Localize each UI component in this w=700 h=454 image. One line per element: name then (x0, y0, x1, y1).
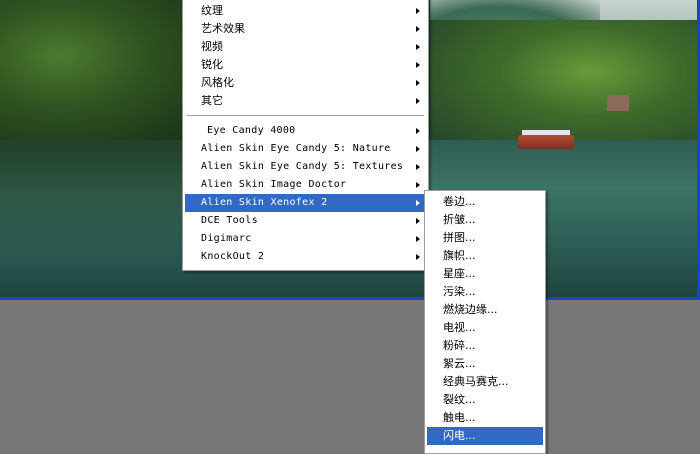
submenu-arrow-icon (416, 44, 420, 50)
submenu-arrow-icon (416, 128, 420, 134)
submenu-item-lightning[interactable]: 闪电... (427, 427, 543, 445)
menu-item-texture[interactable]: 纹理 (185, 2, 426, 20)
submenu-item-label: 星座... (443, 267, 476, 280)
submenu-item-label: 裂纹... (443, 393, 476, 406)
submenu-item-label: 粉碎... (443, 339, 476, 352)
submenu-item-clouds[interactable]: 絮云... (427, 355, 543, 373)
submenu-arrow-icon (416, 146, 420, 152)
submenu-item-label: 经典马赛克... (443, 375, 509, 388)
filter-menu: 纹理 艺术效果 视频 锐化 风格化 其它 Eye Candy 4000 Alie… (182, 0, 429, 271)
menu-item-label: Alien Skin Xenofex 2 (201, 197, 328, 208)
submenu-item-television[interactable]: 电视... (427, 319, 543, 337)
submenu-item-flag[interactable]: 旗帜... (427, 247, 543, 265)
photo-left-hill (0, 0, 200, 140)
menu-item-label: Alien Skin Image Doctor (201, 179, 347, 190)
submenu-arrow-icon (416, 62, 420, 68)
submenu-arrow-icon (416, 254, 420, 260)
menu-item-label: 其它 (201, 94, 223, 107)
submenu-item-cracks[interactable]: 裂纹... (427, 391, 543, 409)
submenu-item-shatter[interactable]: 粉碎... (427, 337, 543, 355)
menu-item-eye-candy-textures[interactable]: Alien Skin Eye Candy 5: Textures (185, 158, 426, 176)
submenu-item-label: 燃烧边缘... (443, 303, 498, 316)
submenu-item-label: 闪电... (443, 429, 476, 442)
photo-boat (518, 135, 574, 149)
menu-item-dce-tools[interactable]: DCE Tools (185, 212, 426, 230)
submenu-item-label: 电视... (443, 321, 476, 334)
submenu-item-label: 卷边... (443, 195, 476, 208)
submenu-item-electrify[interactable]: 触电... (427, 409, 543, 427)
submenu-item-stain[interactable]: 污染... (427, 283, 543, 301)
submenu-arrow-icon (416, 164, 420, 170)
menu-item-video[interactable]: 视频 (185, 38, 426, 56)
submenu-arrow-icon (416, 98, 420, 104)
submenu-arrow-icon (416, 218, 420, 224)
submenu-item-label: 触电... (443, 411, 476, 424)
submenu-arrow-icon (416, 26, 420, 32)
menu-item-label: 艺术效果 (201, 22, 245, 35)
menu-separator (187, 115, 424, 117)
menu-item-label: Alien Skin Eye Candy 5: Textures (201, 161, 404, 172)
menu-item-label: Eye Candy 4000 (207, 125, 296, 136)
xenofex-submenu: 卷边... 折皱... 拼图... 旗帜... 星座... 污染... 燃烧边缘… (424, 190, 546, 454)
submenu-item-label: 折皱... (443, 213, 476, 226)
menu-item-label: Digimarc (201, 233, 252, 244)
menu-item-label: DCE Tools (201, 215, 258, 226)
menu-item-xenofex-2[interactable]: Alien Skin Xenofex 2 (185, 194, 426, 212)
menu-item-image-doctor[interactable]: Alien Skin Image Doctor (185, 176, 426, 194)
menu-item-label: 风格化 (201, 76, 234, 89)
submenu-item-label: 拼图... (443, 231, 476, 244)
menu-item-label: KnockOut 2 (201, 251, 265, 262)
menu-item-label: 视频 (201, 40, 223, 53)
menu-item-other[interactable]: 其它 (185, 92, 426, 110)
menu-item-label: 锐化 (201, 58, 223, 71)
menu-item-stylize[interactable]: 风格化 (185, 74, 426, 92)
menu-item-eye-candy-nature[interactable]: Alien Skin Eye Candy 5: Nature (185, 140, 426, 158)
submenu-arrow-icon (416, 8, 420, 14)
photo-reflection (0, 140, 200, 260)
submenu-item-label: 絮云... (443, 357, 476, 370)
submenu-arrow-icon (416, 182, 420, 188)
photo-house (607, 95, 629, 111)
menu-item-eye-candy-4000[interactable]: Eye Candy 4000 (185, 122, 426, 140)
submenu-item-crumple[interactable]: 折皱... (427, 211, 543, 229)
submenu-item-constellation[interactable]: 星座... (427, 265, 543, 283)
submenu-item-curl[interactable]: 卷边... (427, 193, 543, 211)
menu-item-digimarc[interactable]: Digimarc (185, 230, 426, 248)
submenu-item-classic-mosaic[interactable]: 经典马赛克... (427, 373, 543, 391)
menu-item-label: Alien Skin Eye Candy 5: Nature (201, 143, 391, 154)
submenu-arrow-icon (416, 80, 420, 86)
menu-item-knockout-2[interactable]: KnockOut 2 (185, 248, 426, 266)
submenu-item-puzzle[interactable]: 拼图... (427, 229, 543, 247)
menu-item-artistic[interactable]: 艺术效果 (185, 20, 426, 38)
submenu-item-label: 旗帜... (443, 249, 476, 262)
menu-item-label: 纹理 (201, 4, 223, 17)
workspace-background (0, 300, 700, 450)
submenu-item-burnt-edges[interactable]: 燃烧边缘... (427, 301, 543, 319)
menu-item-sharpen[interactable]: 锐化 (185, 56, 426, 74)
submenu-item-label: 污染... (443, 285, 476, 298)
submenu-arrow-icon (416, 200, 420, 206)
submenu-arrow-icon (416, 236, 420, 242)
